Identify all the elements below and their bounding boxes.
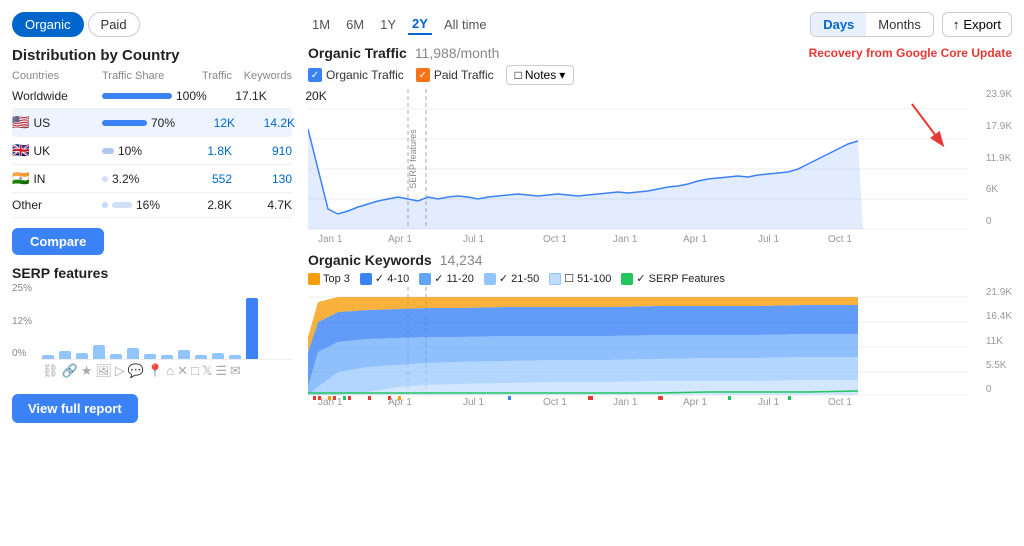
svg-text:Oct 1: Oct 1 (828, 397, 852, 407)
traffic-value: 11,988/month (415, 45, 500, 61)
keywords-chart-title: Organic Keywords (308, 252, 432, 268)
tab-row: Organic Paid (12, 12, 292, 37)
svg-text:Oct 1: Oct 1 (543, 397, 567, 407)
serp-title: SERP features (12, 265, 292, 281)
notes-button[interactable]: □ Notes ▾ (506, 65, 575, 85)
table-row-us: 🇺🇸US 70% 12K 14.2K (12, 109, 292, 137)
time-controls: 1M 6M 1Y 2Y All time Days Months ↑ Expor… (308, 12, 1012, 37)
svg-text:Apr 1: Apr 1 (388, 397, 412, 407)
traffic-legend: ✓ Organic Traffic ✓ Paid Traffic □ Notes… (308, 65, 1012, 85)
traffic-chart-svg: SERP features Jan 1 Apr 1 Jul 1 Oct 1 Ja… (308, 89, 982, 244)
svg-text:Oct 1: Oct 1 (828, 234, 852, 244)
notes-icon: □ (515, 68, 522, 82)
svg-text:Jul 1: Jul 1 (758, 397, 780, 407)
period-6m[interactable]: 6M (342, 15, 368, 34)
table-row-uk: 🇬🇧UK 10% 1.8K 910 (12, 137, 292, 165)
svg-text:Apr 1: Apr 1 (683, 234, 707, 244)
table-row: Worldwide 100% 17.1K 20K (12, 84, 292, 109)
period-2y[interactable]: 2Y (408, 14, 432, 35)
export-button[interactable]: ↑ Export (942, 12, 1012, 37)
svg-text:Apr 1: Apr 1 (388, 234, 412, 244)
compare-button[interactable]: Compare (12, 228, 104, 255)
table-row-in: 🇮🇳IN 3.2% 552 130 (12, 165, 292, 193)
svg-text:Jan 1: Jan 1 (318, 397, 343, 407)
recovery-arrow (892, 99, 972, 159)
tab-organic[interactable]: Organic (12, 12, 84, 37)
recovery-annotation: Recovery from Google Core Update (809, 46, 1012, 60)
svg-text:SERP features: SERP features (408, 129, 418, 189)
keywords-value: 14,234 (440, 252, 483, 268)
svg-text:Apr 1: Apr 1 (683, 397, 707, 407)
export-icon: ↑ (953, 17, 960, 32)
svg-text:Jan 1: Jan 1 (318, 234, 343, 244)
svg-text:Jul 1: Jul 1 (758, 234, 780, 244)
organic-traffic-section: Organic Traffic 11,988/month Recovery fr… (308, 45, 1012, 244)
distribution-title: Distribution by Country (12, 47, 292, 64)
months-button[interactable]: Months (866, 13, 933, 36)
serp-icon-row: ⛓ 🔗 ★ 🖼 ▷ 💬 📍 ⌂ ✕ □ 𝕏 ☰ ✉ (12, 363, 292, 379)
period-buttons: 1M 6M 1Y 2Y All time (308, 14, 491, 35)
serp-chart: 25% 12% 0% (12, 283, 292, 378)
day-month-toggle: Days Months (810, 12, 934, 37)
svg-text:Jul 1: Jul 1 (463, 397, 485, 407)
svg-text:Jan 1: Jan 1 (613, 234, 638, 244)
period-all[interactable]: All time (440, 15, 491, 34)
traffic-chart-wrapper: SERP features Jan 1 Apr 1 Jul 1 Oct 1 Ja… (308, 89, 1012, 244)
svg-text:Jan 1: Jan 1 (613, 397, 638, 407)
table-row-other: Other 16% 2.8K 4.7K (12, 193, 292, 218)
distribution-section: Distribution by Country Countries Traffi… (12, 47, 292, 218)
view-full-report-button[interactable]: View full report (12, 394, 138, 423)
serp-section: SERP features 25% 12% 0% (12, 265, 292, 378)
days-button[interactable]: Days (811, 13, 866, 36)
period-1m[interactable]: 1M (308, 15, 334, 34)
keywords-chart-svg: Jan 1 Apr 1 Jul 1 Oct 1 Jan 1 Apr 1 Jul … (308, 287, 982, 407)
period-1y[interactable]: 1Y (376, 15, 400, 34)
serp-bars (12, 283, 292, 359)
traffic-chart-title: Organic Traffic (308, 45, 407, 61)
keywords-legend: Top 3 ✓ 4-10 ✓ 11-20 ✓ 21-50 ☐ 51-100 (308, 272, 1012, 285)
table-header: Countries Traffic Share Traffic Keywords (12, 68, 292, 84)
svg-text:Oct 1: Oct 1 (543, 234, 567, 244)
tab-paid[interactable]: Paid (88, 12, 140, 37)
keywords-chart-wrapper: Jan 1 Apr 1 Jul 1 Oct 1 Jan 1 Apr 1 Jul … (308, 287, 1012, 407)
organic-keywords-section: Organic Keywords 14,234 Top 3 ✓ 4-10 ✓ 1… (308, 252, 1012, 407)
svg-text:Jul 1: Jul 1 (463, 234, 485, 244)
